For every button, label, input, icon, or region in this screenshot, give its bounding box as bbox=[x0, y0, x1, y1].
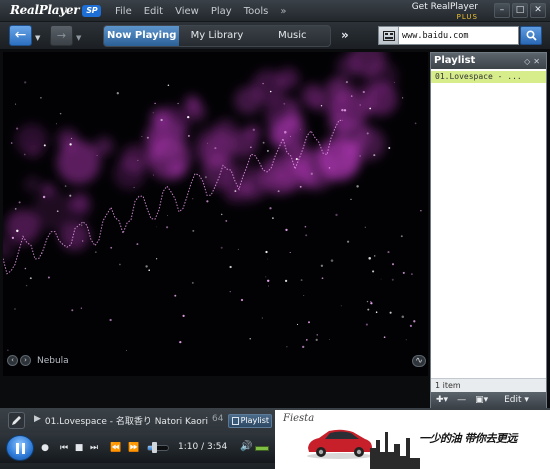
nav-more[interactable]: » bbox=[341, 28, 349, 42]
ad-slogan: 一少的油 带你去更远 bbox=[419, 432, 517, 445]
playlist-pane-controls[interactable]: ◇✕ bbox=[524, 54, 543, 70]
pause-icon-bar bbox=[22, 443, 25, 454]
pause-button[interactable] bbox=[6, 435, 34, 461]
nebula-visualization bbox=[3, 52, 422, 352]
tab-now-playing[interactable]: Now Playing bbox=[104, 26, 180, 46]
remove-icon[interactable]: — bbox=[457, 395, 466, 405]
menu-more[interactable]: » bbox=[280, 6, 286, 17]
search-icon bbox=[525, 30, 537, 41]
next-track-icon[interactable]: ⏭ bbox=[86, 441, 102, 455]
now-playing-info: ▶ 01.Lovespace - 名取香り Natori Kaori 64 Kb… bbox=[34, 414, 226, 428]
address-text: www.baidu.com bbox=[402, 30, 469, 41]
get-plus-text: Get RealPlayer bbox=[411, 2, 478, 12]
menu-file[interactable]: File bbox=[115, 6, 132, 17]
visualization-toggle-icon[interactable]: ∿ bbox=[412, 355, 426, 367]
visualization-name: Nebula bbox=[37, 356, 69, 366]
maximize-button[interactable]: □ bbox=[512, 3, 528, 18]
ad-banner[interactable]: Fiesta 一少的油 带你去更远 bbox=[275, 410, 550, 469]
bitrate: 64 Kbps bbox=[212, 414, 226, 424]
playlist-title: Playlist bbox=[434, 55, 476, 66]
city-skyline-image bbox=[370, 432, 420, 469]
forward-arrow-icon: → bbox=[56, 29, 67, 42]
back-dropdown-icon[interactable]: ▼ bbox=[35, 34, 40, 42]
playlist-header: Playlist ◇✕ bbox=[431, 53, 546, 69]
track-title: 01.Lovespace - 名取香り Natori Kaori bbox=[44, 417, 209, 427]
volume-slider[interactable] bbox=[255, 446, 269, 451]
tab-my-library[interactable]: My Library bbox=[179, 26, 254, 46]
playlist-button[interactable]: Playlist bbox=[228, 414, 272, 428]
menu-bar: File Edit View Play Tools » bbox=[115, 0, 298, 22]
plus-label: PLUS bbox=[456, 13, 478, 21]
tab-music[interactable]: Music bbox=[255, 26, 330, 46]
playlist-item[interactable]: 01.Lovespace - ... bbox=[431, 71, 546, 83]
forward-button[interactable]: → bbox=[50, 25, 73, 46]
previous-track-icon[interactable]: ⏮ bbox=[56, 441, 72, 455]
prev-visualization-button[interactable]: ‹ bbox=[7, 355, 18, 366]
realplayer-logo[interactable]: RealPlayer SP bbox=[10, 3, 102, 19]
main-tabs: Now Playing My Library Music bbox=[103, 25, 331, 47]
volume-icon[interactable]: 🔊 bbox=[240, 441, 254, 455]
menu-play[interactable]: Play bbox=[211, 6, 232, 17]
save-icon[interactable]: ▣▾ bbox=[475, 395, 488, 405]
get-realplayer-plus[interactable]: Get RealPlayer PLUS bbox=[408, 3, 478, 22]
logo-text: RealPlayer bbox=[10, 3, 80, 17]
ad-brand: Fiesta bbox=[283, 413, 315, 424]
back-button[interactable]: ← bbox=[9, 25, 32, 46]
playlist-pane: Playlist ◇✕ 01.Lovespace - ... 1 item ✚▾… bbox=[430, 52, 547, 408]
logo-badge: SP bbox=[82, 5, 102, 17]
menu-tools[interactable]: Tools bbox=[244, 6, 269, 17]
close-button[interactable]: ✕ bbox=[530, 3, 546, 18]
title-bar: RealPlayer SP File Edit View Play Tools »… bbox=[0, 0, 550, 22]
visualization-nav: ‹ › bbox=[7, 355, 31, 366]
navigation-bar: ← ▼ → ▼ Now Playing My Library Music » w… bbox=[0, 22, 550, 50]
stop-icon[interactable]: ● bbox=[37, 441, 53, 455]
time-display: 1:10 / 3:54 bbox=[178, 442, 228, 452]
forward-dropdown-icon[interactable]: ▼ bbox=[76, 34, 81, 42]
playlist-button-label: Playlist bbox=[240, 416, 269, 425]
playlist-icon bbox=[232, 417, 239, 425]
rewind-icon[interactable]: ⏪ bbox=[108, 441, 124, 455]
edit-menu[interactable]: Edit ▾ bbox=[504, 395, 529, 405]
edit-pen-icon[interactable] bbox=[8, 412, 25, 429]
visualization-area[interactable] bbox=[3, 52, 428, 376]
menu-view[interactable]: View bbox=[175, 6, 199, 17]
expand-arrow-icon[interactable]: ▶ bbox=[34, 414, 41, 428]
seek-bar[interactable] bbox=[147, 445, 169, 451]
playlist-count: 1 item bbox=[431, 378, 546, 392]
stop-button-icon[interactable]: ■ bbox=[71, 441, 87, 455]
fast-forward-icon[interactable]: ⏩ bbox=[126, 441, 142, 455]
search-button[interactable] bbox=[520, 26, 542, 45]
site-icon bbox=[379, 27, 399, 44]
add-icon[interactable]: ✚▾ bbox=[436, 395, 448, 405]
car-image bbox=[307, 429, 373, 459]
playlist-toolbar: ✚▾ — ▣▾ Edit ▾ bbox=[431, 392, 546, 408]
minimize-button[interactable]: – bbox=[494, 3, 510, 18]
seek-handle[interactable] bbox=[152, 442, 158, 453]
next-visualization-button[interactable]: › bbox=[20, 355, 31, 366]
menu-edit[interactable]: Edit bbox=[144, 6, 163, 17]
edit-label: Edit bbox=[504, 395, 522, 405]
back-arrow-icon: ← bbox=[14, 27, 27, 43]
pause-icon-bar bbox=[16, 443, 19, 454]
window-controls: – □ ✕ bbox=[494, 3, 546, 18]
address-bar[interactable]: www.baidu.com bbox=[378, 26, 519, 45]
